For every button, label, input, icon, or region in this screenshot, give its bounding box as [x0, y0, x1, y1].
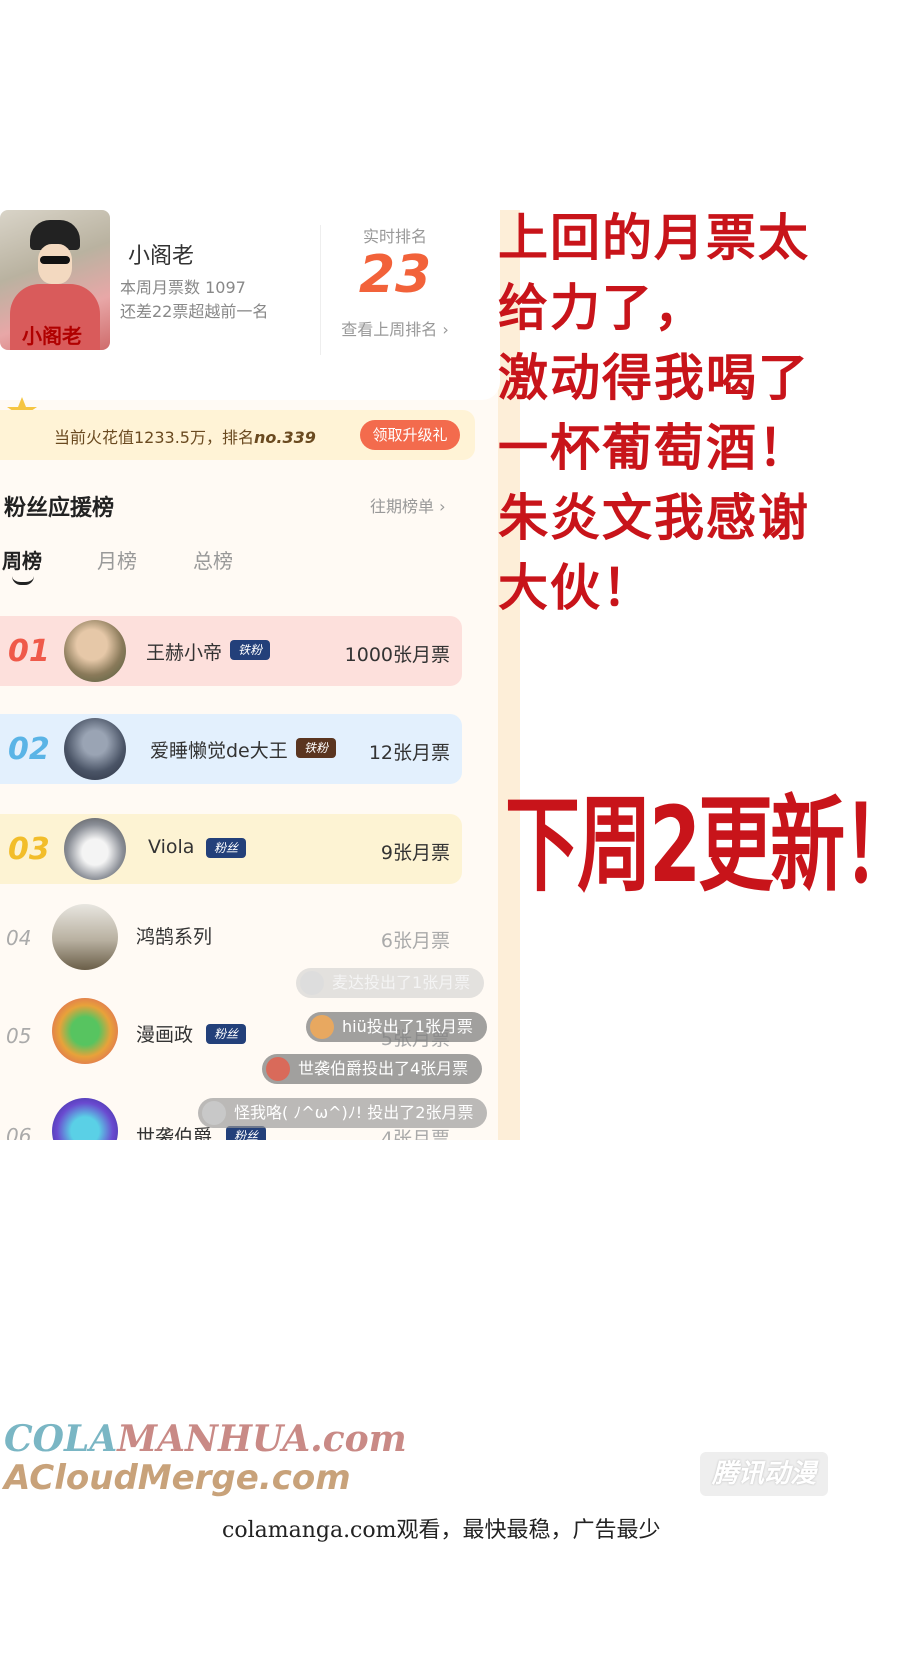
last-week-rank-link[interactable]: 查看上周排名 › [330, 316, 460, 340]
vote-count: 1000张月票 [344, 644, 450, 666]
claim-upgrade-gift-button[interactable]: 领取升级礼 [360, 420, 460, 450]
fan-badge: 粉丝 [226, 1126, 267, 1140]
avatar [52, 904, 118, 970]
fans-ranking-title: 粉丝应援榜 [4, 496, 115, 521]
footer-text: colamanga.com观看，最快最稳，广告最少 [222, 1518, 661, 1543]
update-notice: 下周2更新！ [505, 784, 900, 906]
message-line: 朱炎文我感谢 [498, 488, 810, 547]
divider [320, 225, 321, 355]
rank-number: 04 [6, 926, 32, 950]
vote-count: 6张月票 [380, 930, 450, 952]
avatar [52, 998, 118, 1064]
spark-rank: no.339 [254, 428, 316, 447]
fan-badge: 粉丝 [206, 1024, 247, 1044]
comic-avatar: 小阁老 [0, 210, 110, 350]
vote-toast: 世袭伯爵投出了4张月票 [262, 1054, 483, 1084]
rank-number: 01 [8, 634, 50, 669]
table-row[interactable]: 03 Viola 粉丝 9张月票 [0, 814, 462, 884]
avatar [64, 718, 126, 780]
acloudmerge-watermark: ACloudMerge.com [4, 1458, 351, 1498]
spark-value-bar: 当前火花值1233.5万，排名no.339 领取升级礼 [0, 410, 475, 460]
comic-name: 小阁老 [128, 244, 195, 269]
past-rankings-link[interactable]: 往期榜单 › [370, 493, 446, 517]
rank-number: 02 [8, 732, 50, 767]
rank-number: 06 [6, 1124, 32, 1140]
gap-text: 还差22票超越前一名 [120, 302, 269, 321]
rank-number: 05 [6, 1024, 32, 1048]
fan-name: Viola [148, 836, 195, 858]
colamanhua-watermark: COLAMANHUA.com [4, 1418, 407, 1460]
vote-count: 12张月票 [368, 742, 450, 764]
avatar [64, 620, 126, 682]
fan-name: 世袭伯爵 [136, 1126, 213, 1140]
fan-badge: 铁粉 [230, 640, 271, 660]
vote-toast: 怪我咯( ﾉ^ω^)ﾉ! 投出了2张月票 [198, 1098, 488, 1128]
fan-name: 王赫小帝 [146, 642, 223, 664]
tab-weekly[interactable]: 周榜 [2, 545, 42, 574]
tab-monthly[interactable]: 月榜 [97, 545, 137, 574]
avatar [64, 818, 126, 880]
realtime-rank-label: 实时排名 [362, 227, 427, 246]
message-line: 一杯葡萄酒！ [498, 418, 810, 477]
fan-badge: 粉丝 [206, 838, 247, 858]
message-line: 大伙！ [498, 558, 654, 617]
fan-name: 漫画政 [136, 1024, 194, 1046]
message-line: 上回的月票太 [498, 208, 810, 267]
table-row[interactable]: 04 鸿鹄系列 6张月票 [0, 904, 462, 974]
vote-count: 9张月票 [380, 842, 450, 864]
avatar-stamp: 小阁老 [22, 324, 82, 348]
message-line: 给力了， [498, 278, 706, 337]
table-row[interactable]: 01 王赫小帝 铁粉 1000张月票 [0, 616, 462, 686]
fan-badge: 铁粉 [296, 738, 337, 758]
spark-text: 当前火花值1233.5万，排名 [54, 428, 254, 447]
table-row[interactable]: 02 爱睡懒觉de大王 铁粉 12张月票 [0, 714, 462, 784]
fan-name: 爱睡懒觉de大王 [150, 740, 288, 762]
tab-total[interactable]: 总榜 [193, 545, 233, 574]
avatar [52, 1098, 118, 1140]
fan-name: 鸿鹄系列 [136, 926, 213, 948]
rank-number: 03 [8, 832, 50, 867]
tencent-comic-logo: 腾讯动漫 [700, 1452, 828, 1496]
weekly-votes: 本周月票数 1097 [120, 278, 246, 297]
message-line: 激动得我喝了 [498, 348, 810, 407]
realtime-rank: 23 [358, 245, 432, 305]
spacer [0, 1140, 540, 1220]
vote-toast: hiü投出了1张月票 [306, 1012, 487, 1042]
vote-toast: 麦达投出了1张月票 [296, 968, 485, 998]
